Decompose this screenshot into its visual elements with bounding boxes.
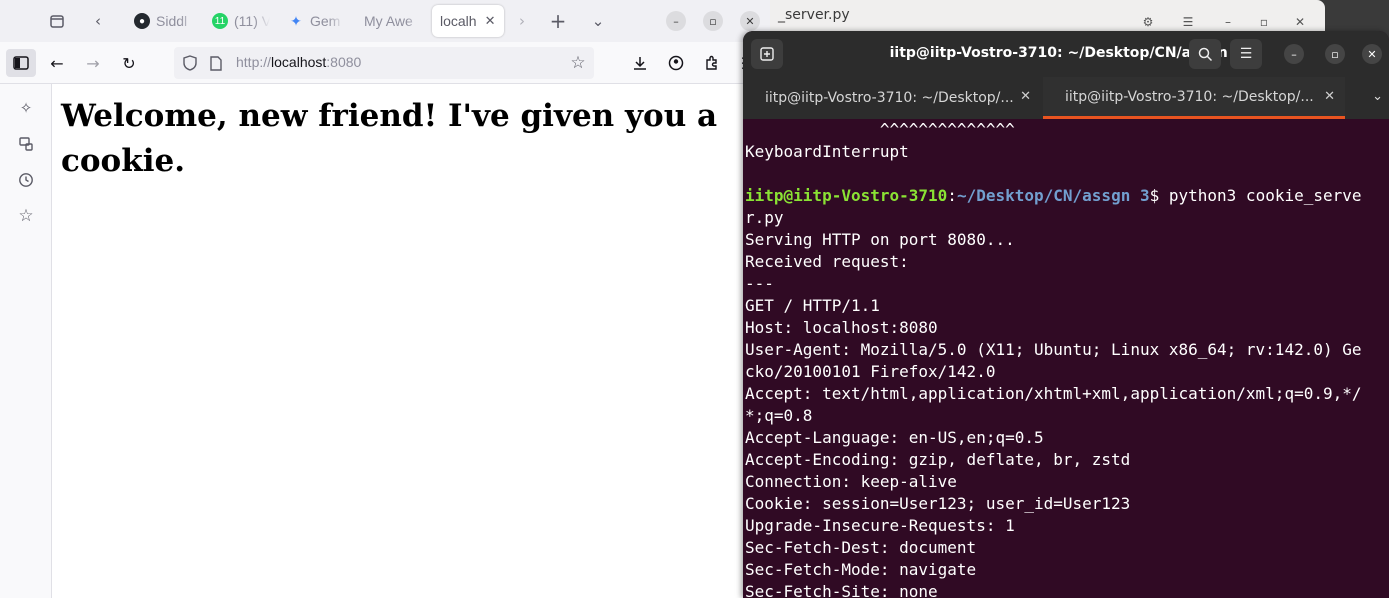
minimize-icon[interactable]: – bbox=[1284, 44, 1304, 64]
shield-icon[interactable] bbox=[180, 53, 200, 73]
new-tab-icon[interactable] bbox=[751, 39, 783, 69]
terminal-line: ^^^^^^^^^^^^^^ bbox=[745, 120, 1015, 139]
terminal-output[interactable]: ^^^^^^^^^^^^^^ KeyboardInterrupt iitp@iitp… bbox=[745, 119, 1389, 598]
terminal-prompt-line: iitp@iitp-Vostro-3710:~/Desktop/CN/assgn… bbox=[745, 185, 1389, 207]
list-all-tabs-icon[interactable]: ⌄ bbox=[584, 8, 612, 34]
sidebar-toggle-icon[interactable] bbox=[6, 49, 36, 77]
background-window-title: _server.py bbox=[778, 7, 850, 23]
prompt-user-host: iitp@iitp-Vostro-3710 bbox=[745, 186, 948, 205]
terminal-line: Connection: keep-alive bbox=[745, 472, 957, 491]
terminal-line: Serving HTTP on port 8080... bbox=[745, 230, 1015, 249]
terminal-tab-bar: iitp@iitp-Vostro-3710: ~/Desktop/... ✕ i… bbox=[743, 77, 1389, 119]
bookmark-star-icon[interactable]: ☆ bbox=[568, 53, 588, 73]
prompt-separator: : bbox=[947, 186, 957, 205]
settings-icon[interactable]: ⚙ bbox=[1138, 12, 1158, 32]
url-scheme: http:// bbox=[236, 54, 272, 70]
tab-my-awesome[interactable]: My Awe bbox=[358, 5, 422, 37]
back-icon[interactable]: ← bbox=[43, 49, 71, 77]
scroll-tabs-right-icon[interactable]: › bbox=[508, 8, 536, 34]
close-tab-icon[interactable]: ✕ bbox=[485, 13, 496, 29]
tab-label: localh bbox=[440, 13, 477, 29]
whatsapp-icon: 11 bbox=[212, 13, 228, 29]
reload-icon[interactable]: ↻ bbox=[115, 49, 143, 77]
url-host: localhost bbox=[271, 54, 327, 70]
terminal-line: User-Agent: Mozilla/5.0 (X11; Ubuntu; Li… bbox=[745, 340, 1362, 359]
sidebar: ✧ ☆ bbox=[0, 84, 52, 598]
terminal-line: Accept-Language: en-US,en;q=0.5 bbox=[745, 428, 1044, 447]
minimize-icon[interactable]: – bbox=[666, 11, 686, 31]
terminal-line: Received request: bbox=[745, 252, 909, 271]
downloads-icon[interactable] bbox=[626, 49, 654, 77]
synced-tabs-icon[interactable] bbox=[14, 132, 38, 156]
close-icon[interactable]: ✕ bbox=[1290, 12, 1310, 32]
firefox-window: ‹ ● Siddl 11 (11) V ✦ Gem My Awe localh … bbox=[0, 0, 770, 598]
scroll-tabs-left-icon[interactable]: ‹ bbox=[84, 8, 112, 34]
search-icon[interactable] bbox=[1189, 39, 1221, 69]
terminal-line: Upgrade-Insecure-Requests: 1 bbox=[745, 516, 1015, 535]
terminal-line: Accept: text/html,application/xhtml+xml,… bbox=[745, 384, 1362, 403]
terminal-line: Host: localhost:8080 bbox=[745, 318, 938, 337]
maximize-icon[interactable]: ▫ bbox=[703, 11, 723, 31]
new-tab-icon[interactable]: + bbox=[544, 8, 572, 34]
terminal-headerbar: iitp@iitp-Vostro-3710: ~/Desktop/CN/assg… bbox=[743, 31, 1389, 77]
terminal-tab-label: iitp@iitp-Vostro-3710: ~/Desktop/... bbox=[765, 90, 1014, 106]
terminal-window[interactable]: iitp@iitp-Vostro-3710: ~/Desktop/CN/assg… bbox=[743, 31, 1389, 598]
close-tab-icon[interactable]: ✕ bbox=[1020, 89, 1031, 104]
tab-github[interactable]: ● Siddl bbox=[128, 5, 196, 37]
terminal-line: cko/20100101 Firefox/142.0 bbox=[745, 362, 996, 381]
url-port: :8080 bbox=[326, 54, 362, 70]
tab-list-chevron-icon[interactable]: ⌄ bbox=[1372, 89, 1383, 104]
history-icon[interactable] bbox=[14, 168, 38, 192]
terminal-line: GET / HTTP/1.1 bbox=[745, 296, 880, 315]
desktop: _server.py ⚙ ☰ – ▫ ✕ ‹ ● Siddl 11 (11) V… bbox=[0, 0, 1389, 598]
extensions-icon[interactable] bbox=[698, 49, 726, 77]
url-bar[interactable]: http://localhost:8080 ☆ bbox=[174, 47, 594, 79]
menu-icon[interactable]: ☰ bbox=[1178, 12, 1198, 32]
page-info-icon[interactable] bbox=[206, 53, 226, 73]
terminal-tab-1[interactable]: iitp@iitp-Vostro-3710: ~/Desktop/... ✕ bbox=[743, 77, 1043, 119]
prompt-path: ~/Desktop/CN/assgn 3 bbox=[956, 186, 1150, 205]
github-icon: ● bbox=[134, 13, 150, 29]
tab-bar: ‹ ● Siddl 11 (11) V ✦ Gem My Awe localh … bbox=[0, 0, 770, 42]
forward-icon[interactable]: → bbox=[79, 49, 107, 77]
tab-localhost[interactable]: localh ✕ bbox=[432, 5, 504, 37]
prompt-symbol: $ bbox=[1149, 186, 1160, 205]
maximize-icon[interactable]: ▫ bbox=[1254, 12, 1274, 32]
firefox-view-icon[interactable] bbox=[43, 8, 71, 34]
navigation-toolbar: ← → ↻ http://localhost:8080 ☆ bbox=[0, 42, 770, 84]
terminal-line: Sec-Fetch-Site: none bbox=[745, 582, 938, 598]
url-text[interactable]: http://localhost:8080 bbox=[236, 54, 361, 70]
tab-whatsapp[interactable]: 11 (11) V bbox=[206, 5, 270, 37]
close-icon[interactable]: ✕ bbox=[1362, 44, 1382, 64]
terminal-line: Sec-Fetch-Dest: document bbox=[745, 538, 977, 557]
terminal-tab-2[interactable]: iitp@iitp-Vostro-3710: ~/Desktop/... ✕ bbox=[1043, 77, 1345, 119]
terminal-line: *;q=0.8 bbox=[745, 406, 813, 425]
account-icon[interactable] bbox=[662, 49, 690, 77]
prompt-command: python3 cookie_serve bbox=[1159, 186, 1362, 205]
terminal-line: Sec-Fetch-Mode: navigate bbox=[745, 560, 977, 579]
terminal-line: r.py bbox=[745, 208, 784, 227]
terminal-line: --- bbox=[745, 274, 774, 293]
close-tab-icon[interactable]: ✕ bbox=[1324, 89, 1335, 104]
page-content: Welcome, new friend! I've given you a co… bbox=[53, 84, 770, 598]
ai-chatbot-icon[interactable]: ✧ bbox=[14, 96, 38, 120]
page-heading: Welcome, new friend! I've given you a co… bbox=[61, 98, 718, 179]
terminal-line: KeyboardInterrupt bbox=[745, 142, 909, 161]
terminal-line: Accept-Encoding: gzip, deflate, br, zstd bbox=[745, 450, 1131, 469]
minimize-icon[interactable]: – bbox=[1218, 12, 1238, 32]
bookmarks-icon[interactable]: ☆ bbox=[14, 204, 38, 228]
menu-icon[interactable]: ☰ bbox=[1230, 39, 1262, 69]
terminal-tab-label: iitp@iitp-Vostro-3710: ~/Desktop/... bbox=[1065, 88, 1314, 105]
tab-gemini[interactable]: ✦ Gem bbox=[282, 5, 344, 37]
close-window-icon[interactable]: ✕ bbox=[740, 11, 760, 31]
terminal-line: Cookie: session=User123; user_id=User123 bbox=[745, 494, 1131, 513]
maximize-icon[interactable]: ▫ bbox=[1325, 44, 1345, 64]
gemini-icon: ✦ bbox=[290, 12, 302, 29]
